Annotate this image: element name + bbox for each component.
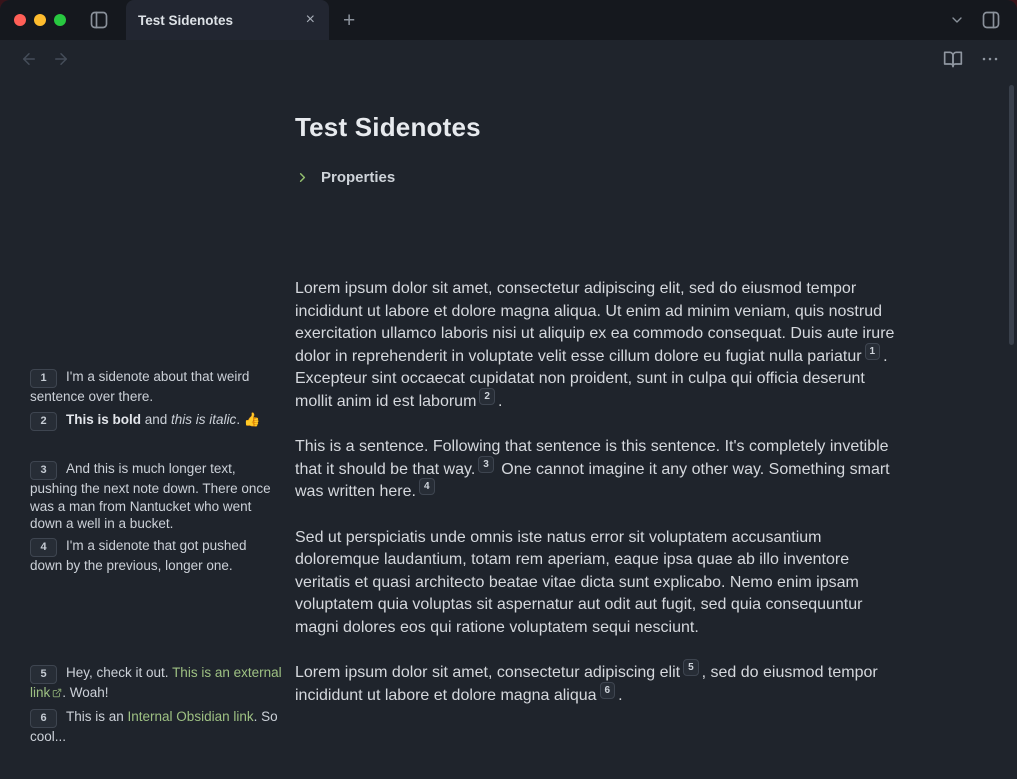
reading-mode-book-icon[interactable] (941, 47, 965, 71)
tab-title: Test Sidenotes (138, 13, 302, 28)
italic-text: this is italic (171, 412, 236, 427)
sidenote-ref-4[interactable]: 4 (419, 478, 435, 495)
chevron-right-icon (295, 170, 310, 185)
titlebar-right-controls (947, 8, 1003, 32)
sidenote-number-badge[interactable]: 5 (30, 665, 57, 684)
tab-list-chevron-down-icon[interactable] (947, 10, 967, 30)
sidenote-4: 4I'm a sidenote that got pushed down by … (30, 537, 282, 575)
sidenote-2: 2This is bold and this is italic. 👍 (30, 411, 282, 431)
paragraph-4: Lorem ipsum dolor sit amet, consectetur … (295, 662, 895, 707)
sidenote-ref-1[interactable]: 1 (865, 343, 881, 360)
thumbs-up-emoji: 👍 (244, 412, 261, 427)
right-sidebar-toggle-icon[interactable] (979, 8, 1003, 32)
maximize-window-button[interactable] (54, 14, 66, 26)
close-tab-icon[interactable]: × (302, 12, 319, 28)
sidenote-ref-2[interactable]: 2 (479, 388, 495, 405)
sidenote-number-badge[interactable]: 3 (30, 461, 57, 480)
new-tab-button[interactable]: + (343, 10, 355, 31)
properties-header[interactable]: Properties (295, 169, 895, 186)
sidenote-number-badge[interactable]: 6 (30, 709, 57, 728)
scrollbar[interactable] (1009, 85, 1014, 345)
sidenote-6: 6This is an Internal Obsidian link. So c… (30, 708, 282, 746)
sidenote-number-badge[interactable]: 2 (30, 412, 57, 431)
more-options-icon[interactable] (979, 48, 1001, 70)
external-link-icon (52, 684, 62, 702)
sidenote-ref-5[interactable]: 5 (683, 659, 699, 676)
titlebar: Test Sidenotes × + (0, 0, 1017, 40)
paragraph-3: Sed ut perspiciatis unde omnis iste natu… (295, 527, 895, 640)
left-sidebar-toggle-icon[interactable] (87, 8, 111, 32)
internal-obsidian-link[interactable]: Internal Obsidian link (128, 709, 254, 724)
minimize-window-button[interactable] (34, 14, 46, 26)
tab-test-sidenotes[interactable]: Test Sidenotes × (126, 0, 329, 40)
sidenote-ref-3[interactable]: 3 (478, 456, 494, 473)
page-title: Test Sidenotes (295, 112, 895, 143)
view-actions (941, 47, 1001, 71)
paragraph-2: This is a sentence. Following that sente… (295, 436, 895, 504)
sidenote-5: 5Hey, check it out. This is an external … (30, 664, 282, 702)
close-window-button[interactable] (14, 14, 26, 26)
obsidian-window: Test Sidenotes × + (0, 0, 1017, 779)
external-link[interactable]: This is an external link (30, 665, 282, 700)
sidenote-number-badge[interactable]: 1 (30, 369, 57, 388)
sidenote-number-badge[interactable]: 4 (30, 538, 57, 557)
paragraph-1: Lorem ipsum dolor sit amet, consectetur … (295, 278, 895, 413)
note-paragraphs: Lorem ipsum dolor sit amet, consectetur … (295, 278, 895, 707)
traffic-lights (14, 14, 66, 26)
bold-text: This is bold (66, 412, 141, 427)
sidenote-3: 3And this is much longer text, pushing t… (30, 460, 282, 533)
sidenote-ref-6[interactable]: 6 (600, 682, 616, 699)
workspace: 1I'm a sidenote about that weird sentenc… (0, 40, 1017, 779)
properties-label: Properties (321, 169, 395, 186)
sidenote-margin: 1I'm a sidenote about that weird sentenc… (0, 40, 290, 779)
sidenote-1: 1I'm a sidenote about that weird sentenc… (30, 368, 282, 406)
note-content: Test Sidenotes Properties Lorem ipsum do… (295, 112, 895, 707)
